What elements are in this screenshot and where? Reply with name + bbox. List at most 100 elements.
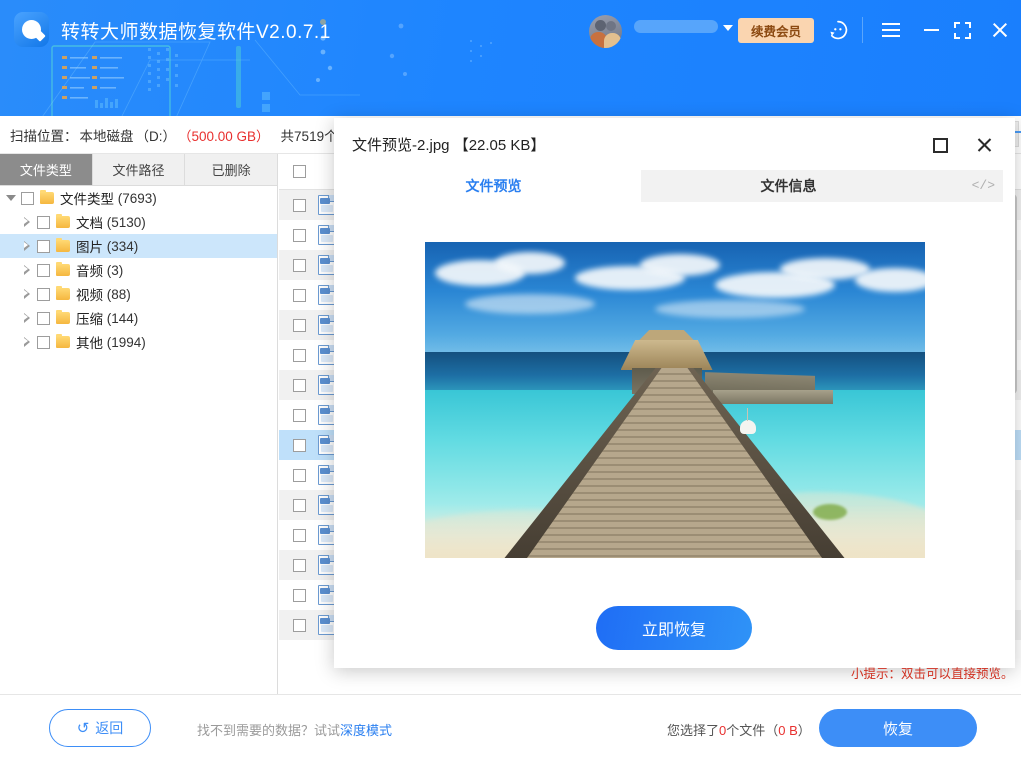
selection-prefix: 您选择了 — [667, 723, 719, 738]
modal-tabs: 文件预览 文件信息 </> — [346, 170, 1003, 202]
tree-node-archive[interactable]: 压缩 (144) — [0, 306, 277, 330]
header-divider — [862, 17, 863, 43]
avatar[interactable] — [589, 15, 622, 48]
back-arrow-icon: ↺ — [77, 719, 90, 737]
modal-header: 文件预览-2.jpg 【22.05 KB】 — [334, 118, 1015, 170]
selection-suffix: ） — [798, 723, 811, 738]
tree-checkbox[interactable] — [37, 216, 50, 229]
scan-label: 扫描位置： — [10, 125, 78, 145]
scan-size: （500.00 GB） — [178, 125, 270, 145]
row-checkbox[interactable] — [293, 319, 306, 332]
jpg-file-icon — [318, 225, 335, 245]
row-checkbox[interactable] — [293, 559, 306, 572]
jpg-file-icon — [318, 555, 335, 575]
tab-file-path[interactable]: 文件路径 — [93, 154, 186, 185]
folder-icon — [40, 192, 54, 204]
select-all-checkbox[interactable] — [293, 165, 306, 178]
recover-button[interactable]: 恢复 — [819, 709, 977, 747]
close-icon[interactable] — [987, 17, 1013, 43]
renew-membership-button[interactable]: 续费会员 — [738, 18, 814, 43]
chevron-right-icon[interactable] — [22, 289, 32, 299]
preview-image — [425, 242, 925, 558]
chevron-right-icon[interactable] — [22, 313, 32, 323]
back-button-label: 返回 — [95, 718, 123, 738]
tree-node-image[interactable]: 图片 (334) — [0, 234, 277, 258]
jpg-file-icon — [318, 465, 335, 485]
tree-node-other[interactable]: 其他 (1994) — [0, 330, 277, 354]
folder-icon — [56, 216, 70, 228]
feedback-icon[interactable] — [827, 19, 849, 41]
row-checkbox[interactable] — [293, 619, 306, 632]
chevron-right-icon[interactable] — [22, 265, 32, 275]
row-checkbox[interactable] — [293, 439, 306, 452]
title-bar: 转转大师数据恢复软件V2.0.7.1 续费会员 — [0, 0, 1021, 116]
tree-node-count: (7693) — [118, 191, 157, 206]
tree-checkbox[interactable] — [37, 240, 50, 253]
row-checkbox[interactable] — [293, 289, 306, 302]
tab-file-preview[interactable]: 文件预览 — [346, 170, 641, 202]
tree-node-count: (144) — [107, 311, 139, 326]
code-view-icon[interactable]: </> — [972, 178, 995, 193]
maximize-icon[interactable] — [949, 17, 975, 43]
chevron-right-icon[interactable] — [22, 337, 32, 347]
username-redacted[interactable] — [634, 20, 718, 33]
chevron-down-icon[interactable] — [723, 25, 733, 31]
minimize-icon[interactable] — [918, 17, 944, 43]
tree-node-label: 压缩 — [76, 308, 103, 328]
tree-node-label: 音频 — [76, 260, 103, 280]
tree-node-count: (3) — [107, 263, 124, 278]
tree-checkbox[interactable] — [37, 336, 50, 349]
tree-checkbox[interactable] — [21, 192, 34, 205]
jpg-file-icon — [318, 405, 335, 425]
tree-node-video[interactable]: 视频 (88) — [0, 282, 277, 306]
tree-checkbox[interactable] — [37, 312, 50, 325]
jpg-file-icon — [318, 285, 335, 305]
jpg-file-icon — [318, 495, 335, 515]
modal-close-icon[interactable] — [971, 132, 997, 158]
tab-file-info[interactable]: 文件信息 — [641, 170, 936, 202]
chevron-right-icon[interactable] — [22, 241, 32, 251]
tree-node-label: 文件类型 — [60, 188, 114, 208]
jpg-file-icon — [318, 615, 335, 635]
tree-node-label: 视频 — [76, 284, 103, 304]
deep-scan-hint: 找不到需要的数据？试试深度模式 — [197, 720, 392, 739]
row-checkbox[interactable] — [293, 199, 306, 212]
jpg-file-icon — [318, 255, 335, 275]
file-type-tree: 文件类型 (7693) 文档 (5130) 图片 (334) 音频 — [0, 186, 278, 694]
tree-node-file-type[interactable]: 文件类型 (7693) — [0, 186, 277, 210]
tree-node-audio[interactable]: 音频 (3) — [0, 258, 277, 282]
jpg-file-icon — [318, 375, 335, 395]
tree-checkbox[interactable] — [37, 264, 50, 277]
modal-maximize-icon[interactable] — [927, 132, 953, 158]
recover-now-button[interactable]: 立即恢复 — [596, 606, 752, 650]
chevron-right-icon[interactable] — [22, 217, 32, 227]
chevron-down-icon[interactable] — [6, 195, 16, 201]
tree-node-document[interactable]: 文档 (5130) — [0, 210, 277, 234]
selection-size: 0 B — [778, 723, 798, 738]
row-checkbox[interactable] — [293, 229, 306, 242]
tab-file-type[interactable]: 文件类型 — [0, 154, 93, 185]
folder-icon — [56, 264, 70, 276]
tab-deleted[interactable]: 已删除 — [185, 154, 278, 185]
folder-icon — [56, 240, 70, 252]
folder-icon — [56, 288, 70, 300]
double-click-tip: 小提示：双击可以直接预览。 — [851, 663, 1014, 682]
row-checkbox[interactable] — [293, 499, 306, 512]
file-preview-modal: 文件预览-2.jpg 【22.05 KB】 文件预览 文件信息 </> — [334, 118, 1015, 668]
row-checkbox[interactable] — [293, 589, 306, 602]
row-checkbox[interactable] — [293, 349, 306, 362]
row-checkbox[interactable] — [293, 259, 306, 272]
row-checkbox[interactable] — [293, 379, 306, 392]
row-checkbox[interactable] — [293, 409, 306, 422]
deep-mode-link[interactable]: 深度模式 — [340, 723, 392, 738]
left-panel-tabs: 文件类型 文件路径 已删除 — [0, 154, 278, 186]
row-checkbox[interactable] — [293, 529, 306, 542]
jpg-file-icon — [318, 435, 335, 455]
row-checkbox[interactable] — [293, 469, 306, 482]
tree-node-label: 图片 — [76, 236, 103, 256]
hint-prefix: 找不到需要的数据？试试 — [197, 723, 340, 738]
hamburger-menu-icon[interactable] — [878, 17, 904, 43]
tree-checkbox[interactable] — [37, 288, 50, 301]
back-button[interactable]: ↺ 返回 — [49, 709, 151, 747]
jpg-file-icon — [318, 195, 335, 215]
